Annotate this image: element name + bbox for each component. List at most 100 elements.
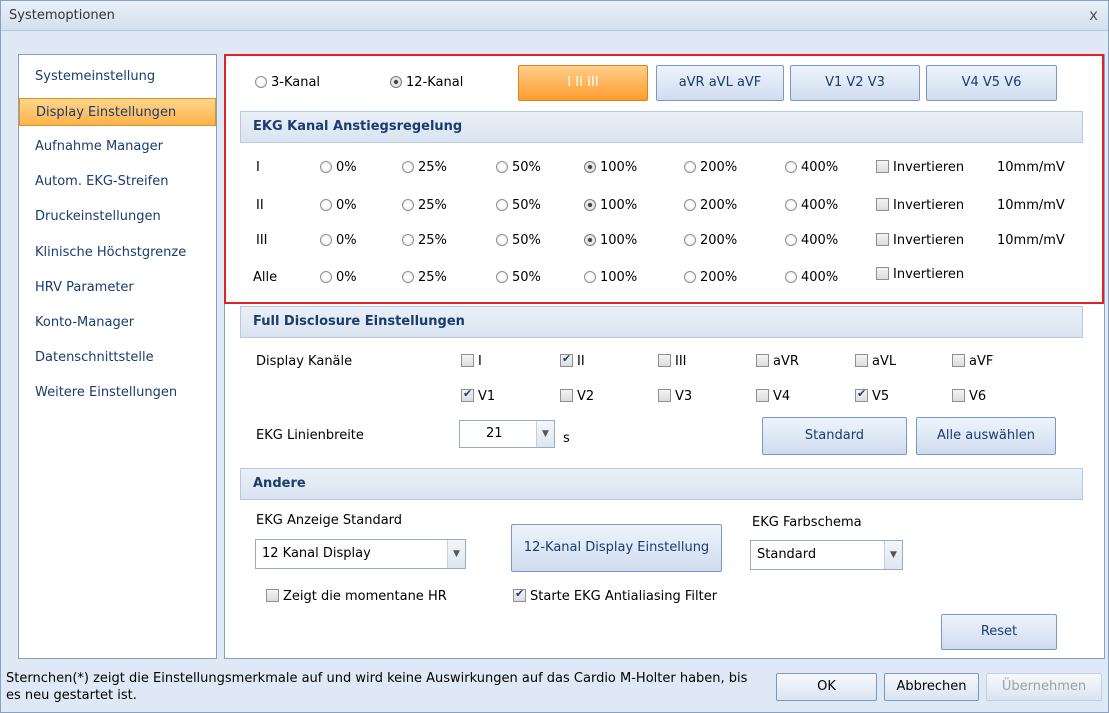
- gain-radio-200pct[interactable]: 200%: [684, 233, 737, 248]
- gain-radio-100pct[interactable]: 100%: [584, 270, 637, 285]
- channel-checkbox-v2[interactable]: V2: [560, 389, 594, 404]
- line-width-select[interactable]: 21 ▼: [459, 420, 555, 448]
- lead-group-i-ii-iii-button[interactable]: I II III: [518, 65, 648, 101]
- gain-radio-25pct[interactable]: 25%: [402, 233, 447, 248]
- channel-checkbox-v3[interactable]: V3: [658, 389, 692, 404]
- channel-checkbox-v5[interactable]: V5: [855, 387, 890, 404]
- select-all-button[interactable]: Alle auswählen: [916, 417, 1056, 455]
- ok-button[interactable]: OK: [776, 673, 877, 701]
- channel-checkbox-i[interactable]: I: [461, 354, 482, 369]
- gain-radio-400pct[interactable]: 400%: [785, 233, 838, 248]
- gain-radio-25pct[interactable]: 25%: [402, 160, 447, 175]
- invert-checkbox[interactable]: Invertieren: [876, 267, 964, 282]
- display-default-select[interactable]: 12 Kanal Display ▼: [255, 539, 466, 569]
- radio-indicator: [496, 234, 508, 246]
- nav-item-autom-ekg-streifen[interactable]: Autom. EKG-Streifen: [19, 168, 216, 196]
- invert-checkbox-box: [876, 233, 889, 246]
- gain-radio-0pct[interactable]: 0%: [320, 160, 357, 175]
- gain-radio-200pct[interactable]: 200%: [684, 198, 737, 213]
- invert-label: Invertieren: [893, 267, 965, 282]
- display-default-label: EKG Anzeige Standard: [256, 513, 403, 528]
- gain-option-label: 25%: [418, 270, 447, 285]
- channel-checkbox-iii[interactable]: III: [658, 354, 687, 369]
- nav-item-klinische-hoechstgrenze[interactable]: Klinische Höchstgrenze: [19, 239, 216, 267]
- chevron-down-icon[interactable]: ▼: [884, 541, 902, 569]
- gain-option-label: 0%: [336, 160, 357, 175]
- channel-checkbox-label: II: [577, 354, 585, 369]
- lead-group-avr-avl-avf-button[interactable]: aVR aVL aVF: [656, 65, 784, 101]
- gain-option-label: 25%: [418, 233, 447, 248]
- apply-button[interactable]: Übernehmen: [986, 673, 1102, 701]
- nav-item-konto-manager[interactable]: Konto-Manager: [19, 309, 216, 337]
- gain-radio-200pct[interactable]: 200%: [684, 270, 737, 285]
- gain-radio-0pct[interactable]: 0%: [320, 233, 357, 248]
- nav-item-display-einstellungen[interactable]: Display Einstellungen: [19, 98, 216, 126]
- radio-12-kanal[interactable]: 12-Kanal: [390, 75, 463, 90]
- gain-radio-25pct[interactable]: 25%: [402, 270, 447, 285]
- close-icon[interactable]: x: [1089, 6, 1098, 24]
- gain-radio-0pct[interactable]: 0%: [320, 270, 357, 285]
- invert-checkbox[interactable]: Invertieren: [876, 233, 964, 248]
- channel-checkbox-label: V5: [872, 389, 890, 404]
- radio-indicator: [584, 271, 596, 283]
- gain-row-label: I: [256, 160, 260, 175]
- display-settings-button[interactable]: 12-Kanal Display Einstellung: [511, 524, 722, 572]
- gain-radio-50pct[interactable]: 50%: [496, 233, 541, 248]
- radio-3-kanal[interactable]: 3-Kanal: [255, 75, 320, 90]
- invert-label: Invertieren: [893, 198, 965, 213]
- gain-radio-200pct[interactable]: 200%: [684, 160, 737, 175]
- radio-indicator: [785, 234, 797, 246]
- gain-radio-100pct[interactable]: 100%: [584, 233, 637, 248]
- channel-checkbox-box: [756, 389, 769, 402]
- invert-checkbox[interactable]: Invertieren: [876, 160, 964, 175]
- nav-item-aufnahme-manager[interactable]: Aufnahme Manager: [19, 133, 216, 161]
- color-scheme-select[interactable]: Standard ▼: [750, 540, 903, 570]
- gain-radio-100pct[interactable]: 100%: [584, 160, 637, 175]
- gain-radio-50pct[interactable]: 50%: [496, 270, 541, 285]
- gain-radio-400pct[interactable]: 400%: [785, 198, 838, 213]
- gain-radio-25pct[interactable]: 25%: [402, 198, 447, 213]
- nav-item-systemeinstellung[interactable]: Systemeinstellung: [19, 63, 216, 91]
- footer-note: Sternchen(*) zeigt die Einstellungsmerkm…: [6, 671, 748, 703]
- channel-checkbox-v1[interactable]: V1: [461, 387, 495, 404]
- color-scheme-label: EKG Farbschema: [752, 515, 862, 530]
- nav-item-datenschnittstelle[interactable]: Datenschnittstelle: [19, 344, 216, 372]
- gain-option-label: 400%: [801, 160, 839, 175]
- gain-row-label: II: [256, 198, 264, 213]
- reset-button[interactable]: Reset: [941, 614, 1057, 650]
- antialias-checkbox[interactable]: Starte EKG Antialiasing Filter: [513, 587, 717, 604]
- gain-row-label: Alle: [253, 270, 278, 285]
- channel-checkbox-v6[interactable]: V6: [952, 389, 986, 404]
- gain-radio-0pct[interactable]: 0%: [320, 198, 357, 213]
- radio-indicator: [584, 234, 596, 246]
- gain-option-label: 50%: [512, 198, 541, 213]
- gain-radio-400pct[interactable]: 400%: [785, 160, 838, 175]
- gain-radio-400pct[interactable]: 400%: [785, 270, 838, 285]
- gain-radio-50pct[interactable]: 50%: [496, 198, 541, 213]
- channel-checkbox-avr[interactable]: aVR: [756, 354, 799, 369]
- channel-checkbox-label: aVR: [773, 354, 799, 369]
- lead-group-v4-v5-v6-button[interactable]: V4 V5 V6: [926, 65, 1057, 101]
- gain-unit: 10mm/mV: [997, 233, 1065, 248]
- radio-indicator: [402, 234, 414, 246]
- show-hr-checkbox[interactable]: Zeigt die momentane HR: [266, 589, 447, 604]
- cancel-button[interactable]: Abbrechen: [884, 673, 979, 701]
- radio-indicator: [785, 161, 797, 173]
- channel-checkbox-box: [756, 354, 769, 367]
- channel-checkbox-avf[interactable]: aVF: [952, 354, 993, 369]
- chevron-down-icon[interactable]: ▼: [447, 540, 465, 568]
- gain-option-label: 200%: [700, 270, 738, 285]
- channel-checkbox-avl[interactable]: aVL: [855, 354, 896, 369]
- standard-button[interactable]: Standard: [762, 417, 907, 455]
- gain-option-label: 400%: [801, 198, 839, 213]
- invert-checkbox[interactable]: Invertieren: [876, 198, 964, 213]
- lead-group-v1-v2-v3-button[interactable]: V1 V2 V3: [790, 65, 920, 101]
- nav-item-druckeinstellungen[interactable]: Druckeinstellungen: [19, 203, 216, 231]
- nav-item-hrv-parameter[interactable]: HRV Parameter: [19, 274, 216, 302]
- gain-radio-100pct[interactable]: 100%: [584, 198, 637, 213]
- channel-checkbox-ii[interactable]: II: [560, 352, 585, 369]
- gain-radio-50pct[interactable]: 50%: [496, 160, 541, 175]
- chevron-down-icon[interactable]: ▼: [536, 421, 554, 447]
- nav-item-weitere-einstellungen[interactable]: Weitere Einstellungen: [19, 379, 216, 407]
- channel-checkbox-v4[interactable]: V4: [756, 389, 790, 404]
